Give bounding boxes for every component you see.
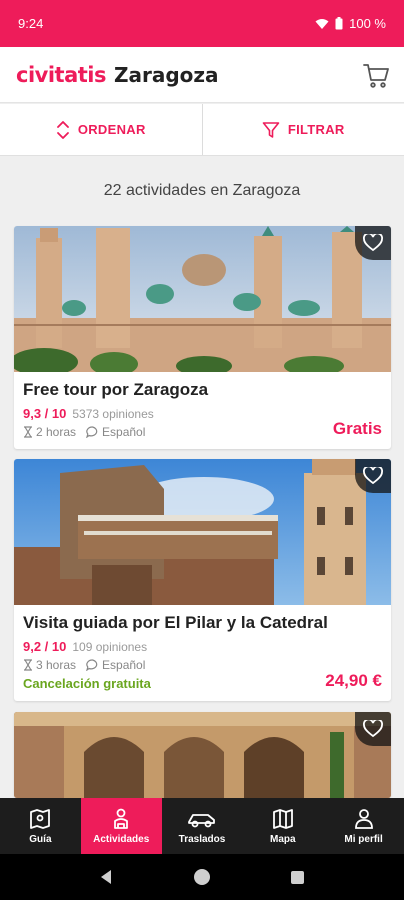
activity-score: 9,2 / 10 xyxy=(23,639,67,654)
nav-label: Traslados xyxy=(178,833,226,845)
language-label: Español xyxy=(102,658,146,672)
brand-logo[interactable]: civitatis xyxy=(16,63,106,87)
heart-icon xyxy=(363,467,383,485)
activity-meta: 2 horas Español xyxy=(23,425,382,439)
activity-photo xyxy=(14,226,391,372)
status-bar: 9:24 100 % xyxy=(0,0,404,47)
nav-guia[interactable]: Guía xyxy=(0,798,81,854)
map-book-icon xyxy=(30,808,51,829)
profile-icon xyxy=(354,808,373,829)
system-navigation-bar xyxy=(0,854,404,900)
nav-mapa[interactable]: Mapa xyxy=(242,798,323,854)
duration-label: 3 horas xyxy=(36,658,77,672)
person-icon xyxy=(114,808,129,829)
hourglass-icon xyxy=(24,426,32,438)
bottom-navigation: Guía Actividades Traslados Mapa Mi perfi… xyxy=(0,798,404,854)
activity-info: Visita guiada por El Pilar y la Catedral… xyxy=(14,605,391,701)
activity-card[interactable]: Free tour por Zaragoza 9,3 / 10 5373 opi… xyxy=(14,226,391,449)
speech-bubble-icon xyxy=(86,659,98,671)
cart-icon xyxy=(363,64,389,88)
filter-label: FILTRAR xyxy=(287,122,345,137)
nav-label: Mapa xyxy=(270,833,296,845)
language-label: Español xyxy=(102,425,146,439)
sort-icon xyxy=(56,120,69,139)
activity-card[interactable] xyxy=(14,712,391,798)
favorite-button[interactable] xyxy=(355,459,391,493)
rating-row: 9,2 / 10 109 opiniones xyxy=(23,639,382,654)
aljaferia-photo xyxy=(14,712,391,798)
activity-title: Visita guiada por El Pilar y la Catedral xyxy=(23,613,328,632)
battery-icon xyxy=(335,17,343,30)
nav-label: Actividades xyxy=(93,833,150,845)
activity-price: Gratis xyxy=(332,419,382,438)
filter-button[interactable]: FILTRAR xyxy=(201,104,404,155)
opinions-count: 5373 opiniones xyxy=(72,406,154,421)
activity-photo xyxy=(14,459,391,605)
favorite-button[interactable] xyxy=(355,712,391,746)
back-icon[interactable] xyxy=(99,869,115,885)
map-icon xyxy=(272,808,293,829)
language: Español xyxy=(86,658,145,672)
hourglass-icon xyxy=(24,659,32,671)
filter-icon xyxy=(262,121,280,138)
duration: 2 horas xyxy=(23,425,76,439)
heart-icon xyxy=(363,720,383,738)
activity-card[interactable]: Visita guiada por El Pilar y la Catedral… xyxy=(14,459,391,701)
sort-filter-bar: ORDENAR FILTRAR xyxy=(0,104,404,156)
car-icon xyxy=(188,813,215,827)
heart-icon xyxy=(363,234,383,252)
wifi-icon xyxy=(315,18,329,29)
sort-label: ORDENAR xyxy=(77,122,146,137)
page-title: Zaragoza xyxy=(113,62,219,87)
activity-title: Free tour por Zaragoza xyxy=(23,380,209,399)
activity-price: 24,90 € xyxy=(325,671,382,690)
opinions-count: 109 opiniones xyxy=(72,639,148,654)
basilica-photo xyxy=(14,226,391,372)
nav-label: Guía xyxy=(29,833,52,845)
status-indicators: 100 % xyxy=(315,16,386,31)
nav-mi-perfil[interactable]: Mi perfil xyxy=(323,798,404,854)
cart-button[interactable] xyxy=(362,61,390,94)
duration: 3 horas xyxy=(23,658,76,672)
home-icon[interactable] xyxy=(193,868,211,886)
nav-traslados[interactable]: Traslados xyxy=(162,798,243,854)
speech-bubble-icon xyxy=(86,426,98,438)
duration-label: 2 horas xyxy=(36,425,77,439)
cathedral-photo xyxy=(14,459,391,605)
favorite-button[interactable] xyxy=(355,226,391,260)
activity-score: 9,3 / 10 xyxy=(23,406,67,421)
nav-label: Mi perfil xyxy=(344,833,383,845)
activity-info: Free tour por Zaragoza 9,3 / 10 5373 opi… xyxy=(14,372,391,449)
battery-level: 100 % xyxy=(349,16,386,31)
status-time: 9:24 xyxy=(18,16,44,31)
nav-actividades[interactable]: Actividades xyxy=(80,798,162,854)
sort-button[interactable]: ORDENAR xyxy=(0,104,202,155)
results-count: 22 actividades en Zaragoza xyxy=(103,182,301,199)
app-header: civitatis Zaragoza xyxy=(0,47,404,103)
language: Español xyxy=(86,425,145,439)
rating-row: 9,3 / 10 5373 opiniones xyxy=(23,406,382,421)
activity-meta: 3 horas Español xyxy=(23,658,382,672)
recents-icon[interactable] xyxy=(290,870,305,885)
activity-photo xyxy=(14,712,391,798)
